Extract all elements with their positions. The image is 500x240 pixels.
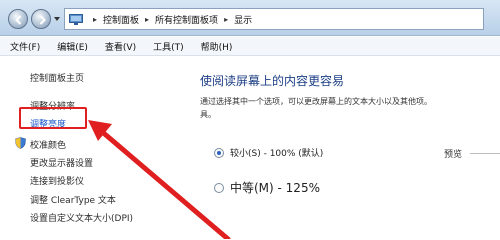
title-bar: ▸ 控制面板 ▸ 所有控制面板项 ▸ 显示 — [0, 0, 500, 36]
breadcrumb: ▸ 控制面板 ▸ 所有控制面板项 ▸ 显示 — [87, 13, 252, 26]
option-medium-label[interactable]: 中等(M) - 125% — [230, 179, 320, 196]
arrow-right-icon — [39, 15, 46, 25]
menu-tools[interactable]: 工具(T) — [153, 40, 184, 53]
radio-medium[interactable] — [214, 183, 224, 193]
sidebar-item-calibrate-color[interactable]: 校准颜色 — [30, 138, 66, 151]
menu-help[interactable]: 帮助(H) — [201, 40, 233, 53]
control-panel-icon — [69, 13, 83, 25]
page-title: 使阅读屏幕上的内容更容易 — [200, 74, 345, 88]
menu-view[interactable]: 查看(V) — [105, 40, 136, 53]
chevron-right-icon: ▸ — [224, 14, 229, 24]
chevron-right-icon: ▸ — [93, 14, 98, 24]
sidebar-item-cleartype[interactable]: 调整 ClearType 文本 — [30, 193, 116, 206]
preview-label: 预览 — [444, 150, 463, 160]
chevron-right-icon: ▸ — [145, 14, 150, 24]
menu-bar: 文件(F) 编辑(E) 查看(V) 工具(T) 帮助(H) — [0, 37, 500, 56]
sidebar: 控制面板主页 调整分辨率 调整亮度 校准颜色 更改显示器设置 连接到投影仪 调整… — [0, 57, 165, 239]
address-bar[interactable]: ▸ 控制面板 ▸ 所有控制面板项 ▸ 显示 — [64, 8, 484, 30]
radio-smaller[interactable] — [214, 148, 224, 158]
menu-edit[interactable]: 编辑(E) — [57, 40, 88, 53]
forward-button[interactable] — [31, 9, 51, 29]
description-text: 通过选择其中一个选项，可以更改屏幕上的文本大小以及其他项。 — [200, 97, 432, 106]
arrow-left-icon — [15, 15, 22, 25]
description-text-continued: 具。 — [200, 110, 216, 119]
breadcrumb-display[interactable]: 显示 — [234, 13, 252, 26]
history-dropdown-icon[interactable] — [53, 15, 61, 23]
preview-divider — [470, 153, 500, 154]
sidebar-item-custom-dpi[interactable]: 设置自定义文本大小(DPI) — [30, 211, 133, 224]
option-smaller-label[interactable]: 较小(S) - 100% (默认) — [230, 146, 323, 159]
sidebar-item-display-settings[interactable]: 更改显示器设置 — [30, 156, 93, 169]
sidebar-item-home[interactable]: 控制面板主页 — [30, 71, 84, 84]
shield-icon — [15, 137, 26, 149]
back-button[interactable] — [8, 9, 28, 29]
breadcrumb-all-items[interactable]: 所有控制面板项 — [155, 13, 218, 26]
main-content: 使阅读屏幕上的内容更容易 通过选择其中一个选项，可以更改屏幕上的文本大小以及其他… — [166, 57, 500, 239]
highlight-box — [19, 107, 87, 129]
sidebar-item-projector[interactable]: 连接到投影仪 — [30, 174, 84, 187]
menu-file[interactable]: 文件(F) — [10, 40, 40, 53]
breadcrumb-control-panel[interactable]: 控制面板 — [103, 13, 139, 26]
